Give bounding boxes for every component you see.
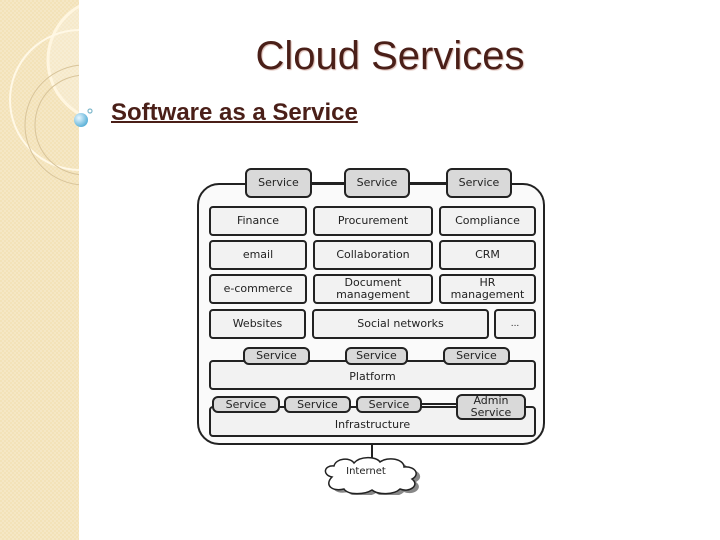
app-document-management: Document management — [313, 274, 433, 304]
app-crm: CRM — [439, 240, 536, 270]
app-collaboration: Collaboration — [313, 240, 433, 270]
admin-service: Admin Service — [456, 394, 526, 420]
top-service-3: Service — [446, 168, 512, 198]
platform-label: Platform — [349, 370, 396, 383]
internet-label: Internet — [346, 466, 386, 477]
infrastructure-label: Infrastructure — [334, 418, 411, 431]
platform-service-2: Service — [345, 347, 408, 365]
platform-service-3: Service — [443, 347, 510, 365]
connector-line — [410, 182, 446, 184]
infra-service-2: Service — [284, 396, 351, 413]
app-email: email — [209, 240, 307, 270]
top-service-2: Service — [344, 168, 410, 198]
app-hr-management: HR management — [439, 274, 536, 304]
infra-service-3: Service — [356, 396, 422, 413]
connector-line — [422, 403, 456, 405]
app-ecommerce: e-commerce — [209, 274, 307, 304]
app-social-networks: Social networks — [312, 309, 489, 339]
connector-line — [312, 182, 344, 184]
app-procurement: Procurement — [313, 206, 433, 236]
app-websites: Websites — [209, 309, 306, 339]
app-finance: Finance — [209, 206, 307, 236]
app-compliance: Compliance — [439, 206, 536, 236]
app-more: ... — [494, 309, 536, 339]
top-service-1: Service — [245, 168, 312, 198]
platform-service-1: Service — [243, 347, 310, 365]
infra-service-1: Service — [212, 396, 280, 413]
saas-architecture-diagram: Service Service Service Finance Procurem… — [0, 0, 720, 540]
